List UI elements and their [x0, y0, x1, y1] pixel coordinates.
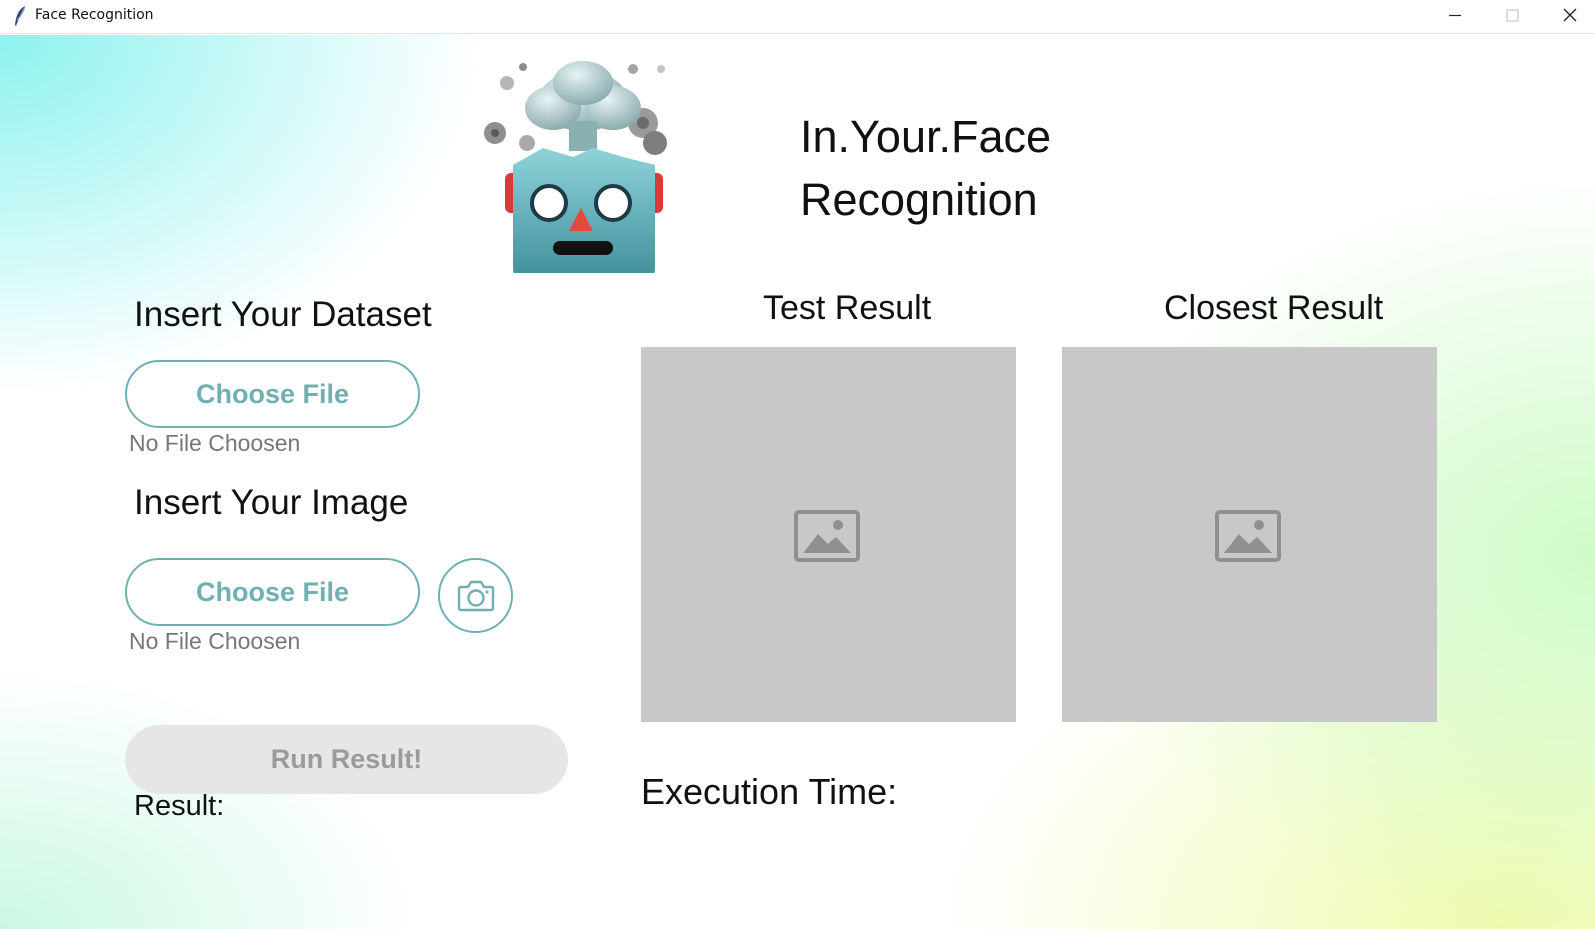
camera-icon	[457, 580, 495, 612]
camera-button[interactable]	[438, 558, 513, 633]
image-file-status: No File Choosen	[129, 628, 301, 654]
exploding-robot-head-icon	[484, 61, 667, 273]
run-result-button[interactable]: Run Result!	[125, 725, 568, 794]
test-result-image	[641, 347, 1016, 722]
minimize-button[interactable]	[1430, 0, 1480, 32]
closest-result-image	[1062, 347, 1437, 722]
dataset-label: Insert Your Dataset	[134, 295, 432, 334]
closest-result-title: Closest Result	[1164, 289, 1384, 327]
minimize-icon	[1449, 14, 1461, 17]
dataset-file-status: No File Choosen	[129, 430, 301, 456]
image-choose-file-button[interactable]: Choose File	[125, 558, 420, 626]
feather-icon	[15, 5, 26, 26]
app-title: In.Your.Face Recognition	[800, 105, 1051, 231]
maximize-button[interactable]	[1487, 0, 1537, 32]
close-button[interactable]	[1545, 0, 1595, 32]
client-area: In.Your.Face Recognition Insert Your Dat…	[0, 35, 1595, 929]
app-title-line-1: In.Your.Face	[800, 111, 1052, 162]
image-placeholder-icon	[794, 510, 860, 562]
execution-time-label: Execution Time:	[641, 771, 898, 812]
dataset-choose-file-button[interactable]: Choose File	[125, 360, 420, 428]
result-label: Result:	[134, 790, 225, 822]
title-bar: Face Recognition	[0, 0, 1595, 34]
maximize-icon	[1506, 9, 1519, 22]
app-window: Face Recognition In.Your.Face Recognitio…	[0, 0, 1595, 929]
window-title: Face Recognition	[35, 7, 154, 23]
test-result-title: Test Result	[763, 289, 932, 327]
image-label: Insert Your Image	[134, 483, 409, 522]
app-title-line-2: Recognition	[800, 174, 1038, 225]
close-icon	[1563, 8, 1577, 22]
image-placeholder-icon	[1215, 510, 1281, 562]
